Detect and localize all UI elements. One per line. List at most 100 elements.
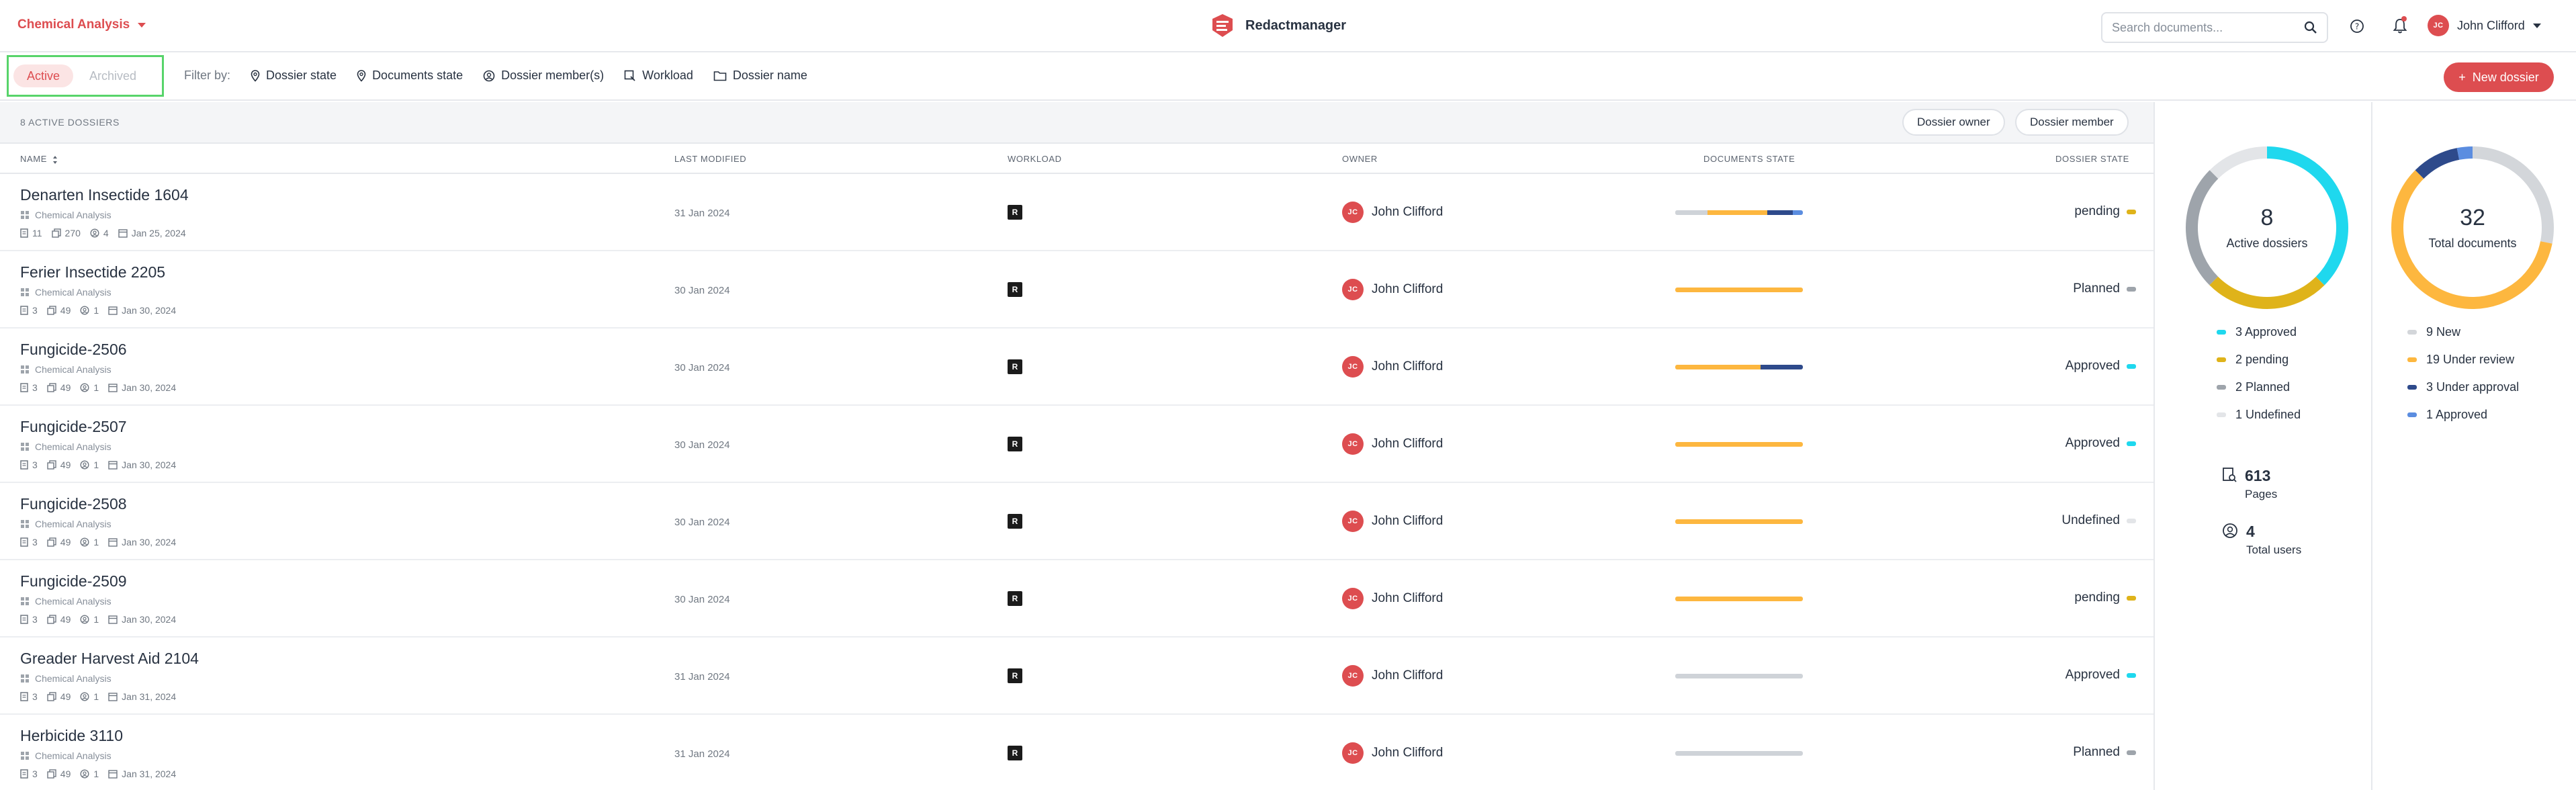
page-count: 49 <box>47 537 71 547</box>
table-row[interactable]: Fungicide-2509 Chemical Analysis 3 49 1 … <box>0 560 2153 638</box>
donut-center: 32 Total documents <box>2389 144 2557 312</box>
workload-badge: R <box>1008 282 1022 297</box>
legend-item[interactable]: 2 pending <box>2217 352 2301 367</box>
legend-item[interactable]: 19 Under review <box>2407 352 2519 367</box>
tab-archived[interactable]: Archived <box>76 64 150 87</box>
member-count: 1 <box>80 691 99 702</box>
dossier-stats: 3 49 1 Jan 30, 2024 <box>20 537 176 547</box>
pages-icon <box>2223 468 2237 482</box>
dossier-state-label: Undefined <box>2061 513 2120 527</box>
column-header-workload[interactable]: Workload <box>1008 154 1062 164</box>
legend-item[interactable]: 3 Approved <box>2217 324 2301 339</box>
dossier-name[interactable]: Fungicide-2506 <box>20 341 127 359</box>
table-row[interactable]: Denarten Insectide 1604 Chemical Analysi… <box>0 174 2153 251</box>
redactmanager-logo-icon <box>1212 14 1233 37</box>
legend-item[interactable]: 1 Approved <box>2407 407 2519 422</box>
dossier-name[interactable]: Ferier Insectide 2205 <box>20 263 165 281</box>
search-box[interactable] <box>2101 12 2328 43</box>
notification-badge <box>2401 16 2407 21</box>
search-input[interactable] <box>2112 20 2304 35</box>
documents-state-bar <box>1675 519 1803 524</box>
calendar-icon <box>108 770 118 779</box>
document-count: 11 <box>20 228 42 238</box>
user-menu[interactable]: JC John Clifford <box>2428 15 2541 36</box>
legend-label: 19 Under review <box>2426 352 2515 366</box>
document-count: 3 <box>20 691 38 702</box>
dossier-state: Approved <box>1961 668 2136 683</box>
filter-label: Dossier member(s) <box>501 69 605 82</box>
table-row[interactable]: Fungicide-2506 Chemical Analysis 3 49 1 … <box>0 328 2153 406</box>
member-count: 1 <box>80 537 99 547</box>
member-count: 1 <box>80 614 99 625</box>
document-icon <box>20 383 28 392</box>
dossier-name[interactable]: Fungicide-2509 <box>20 572 127 590</box>
pages-label: Pages <box>2245 488 2278 500</box>
dossier-name[interactable]: Denarten Insectide 1604 <box>20 186 189 204</box>
dossier-name[interactable]: Fungicide-2507 <box>20 418 127 436</box>
column-header-name[interactable]: Name <box>20 154 58 165</box>
user-circle-icon <box>80 537 89 547</box>
column-header-dossier-state[interactable]: Dossier state <box>2055 154 2129 164</box>
table-row[interactable]: Herbicide 3110 Chemical Analysis 3 49 1 … <box>0 715 2153 790</box>
dossier-state: Approved <box>1961 436 2136 451</box>
documents-state-bar <box>1675 751 1803 756</box>
document-icon <box>20 692 28 701</box>
notification-bell-icon[interactable] <box>2390 16 2410 36</box>
legend-item[interactable]: 2 Planned <box>2217 380 2301 394</box>
column-header-documents-state[interactable]: Documents state <box>1703 154 1795 164</box>
pages-metric: 613 Pages <box>2222 467 2277 501</box>
chevron-down-icon <box>138 22 146 28</box>
last-modified: 31 Jan 2024 <box>674 671 730 683</box>
last-modified: 30 Jan 2024 <box>674 517 730 528</box>
legend-item[interactable]: 3 Under approval <box>2407 380 2519 394</box>
filter-dossier-members[interactable]: Dossier member(s) <box>483 69 604 83</box>
workload-badge: R <box>1008 591 1022 606</box>
dossier-template-label: Chemical Analysis <box>17 17 130 32</box>
legend-label: 1 Approved <box>2426 407 2488 421</box>
owner: JC John Clifford <box>1342 279 1443 300</box>
filter-documents-state[interactable]: Documents state <box>357 69 463 83</box>
dossier-name[interactable]: Herbicide 3110 <box>20 727 123 745</box>
legend-item[interactable]: 9 New <box>2407 324 2519 339</box>
tab-active[interactable]: Active <box>13 64 74 87</box>
quick-filter-dossier-member[interactable]: Dossier member <box>2015 109 2129 136</box>
search-icon[interactable] <box>2304 21 2317 34</box>
avatar: JC <box>2428 15 2449 36</box>
help-icon[interactable]: ? <box>2347 16 2367 36</box>
table-row[interactable]: Fungicide-2507 Chemical Analysis 3 49 1 … <box>0 406 2153 483</box>
active-dossiers-donut: 8 Active dossiers <box>2183 144 2351 312</box>
users-label: Total users <box>2246 543 2302 556</box>
dossier-template-selector[interactable]: Chemical Analysis <box>17 17 146 32</box>
dossier-state-dot <box>2127 286 2136 292</box>
filter-workload[interactable]: Workload <box>624 69 693 83</box>
created-date: Jan 30, 2024 <box>108 537 176 547</box>
page-count: 49 <box>47 614 71 625</box>
table-row[interactable]: Fungicide-2508 Chemical Analysis 3 49 1 … <box>0 483 2153 560</box>
dossier-state: Approved <box>1961 359 2136 374</box>
member-count: 4 <box>90 228 109 238</box>
pages-icon <box>47 460 56 470</box>
created-date: Jan 30, 2024 <box>108 459 176 470</box>
column-header-last-modified[interactable]: Last modified <box>674 154 746 164</box>
owner: JC John Clifford <box>1342 742 1443 764</box>
quick-filter-dossier-owner[interactable]: Dossier owner <box>1902 109 2005 136</box>
dossier-name[interactable]: Fungicide-2508 <box>20 495 127 513</box>
filter-dossier-state[interactable]: Dossier state <box>251 69 337 83</box>
template-icon <box>21 211 29 219</box>
new-dossier-button[interactable]: + New dossier <box>2444 62 2554 92</box>
brand[interactable]: Redactmanager <box>1209 12 1346 39</box>
template-icon <box>21 752 29 760</box>
user-circle-icon <box>80 383 89 392</box>
documents-state-segment <box>1767 210 1793 215</box>
legend-item[interactable]: 1 Undefined <box>2217 407 2301 422</box>
column-header-owner[interactable]: Owner <box>1342 154 1378 164</box>
dossier-name[interactable]: Greader Harvest Aid 2104 <box>20 650 199 668</box>
sort-icon[interactable] <box>52 155 58 165</box>
pages-icon <box>47 306 56 315</box>
table-row[interactable]: Greader Harvest Aid 2104 Chemical Analys… <box>0 638 2153 715</box>
documents-state-bar <box>1675 288 1803 292</box>
user-circle-icon <box>2223 523 2237 538</box>
table-row[interactable]: Ferier Insectide 2205 Chemical Analysis … <box>0 251 2153 328</box>
filter-dossier-name[interactable]: Dossier name <box>713 69 807 83</box>
owner: JC John Clifford <box>1342 511 1443 532</box>
